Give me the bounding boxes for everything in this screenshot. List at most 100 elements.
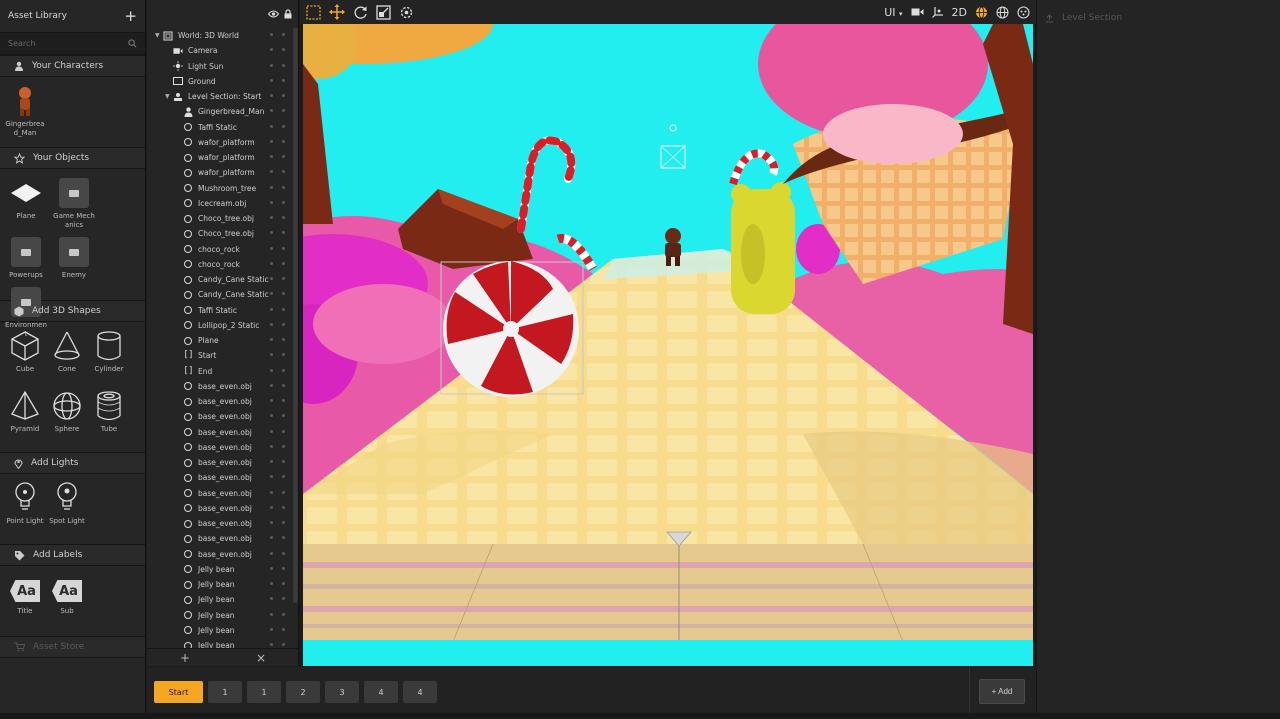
- hierarchy-item[interactable]: base_even.obj: [147, 425, 293, 440]
- visibility-lock-toggles[interactable]: [270, 383, 285, 387]
- axes-icon[interactable]: [931, 6, 944, 18]
- hierarchy-item[interactable]: Choco_tree.obj: [147, 211, 293, 226]
- hierarchy-item[interactable]: Taffi Static: [147, 120, 293, 135]
- game-controller-icon[interactable]: [1017, 5, 1030, 19]
- visibility-lock-toggles[interactable]: [270, 597, 285, 601]
- add-node-button[interactable]: +: [147, 651, 223, 665]
- hierarchy-item[interactable]: Jelly bean: [147, 623, 293, 638]
- lock-icon[interactable]: [284, 9, 292, 19]
- hierarchy-item[interactable]: Icecream.obj: [147, 196, 293, 211]
- visibility-lock-toggles[interactable]: [270, 490, 285, 494]
- hierarchy-item[interactable]: Ground: [147, 74, 293, 89]
- visibility-lock-toggles[interactable]: [270, 582, 285, 585]
- visibility-lock-toggles[interactable]: [270, 414, 285, 418]
- hierarchy-item[interactable]: base_even.obj: [147, 409, 293, 424]
- hierarchy-item[interactable]: base_even.obj: [147, 531, 293, 546]
- visibility-lock-toggles[interactable]: [270, 566, 285, 570]
- hierarchy-item[interactable]: Taffi Static: [147, 303, 293, 318]
- visibility-lock-toggles[interactable]: [270, 33, 285, 36]
- visibility-lock-toggles[interactable]: [270, 94, 285, 97]
- visibility-lock-toggles[interactable]: [270, 231, 285, 235]
- hierarchy-item[interactable]: Jelly bean: [147, 577, 293, 592]
- level-tab[interactable]: Start: [154, 681, 203, 703]
- move-tool-icon[interactable]: [329, 4, 345, 20]
- hierarchy-item[interactable]: Gingerbread_Man: [147, 104, 293, 119]
- hierarchy-item[interactable]: Jelly bean: [147, 608, 293, 623]
- hierarchy-item[interactable]: [ ] Start: [147, 348, 293, 363]
- ui-toggle[interactable]: UI ▾: [884, 6, 902, 19]
- asset-plane[interactable]: Plane: [5, 175, 47, 230]
- 2d-mode-toggle[interactable]: 2D: [952, 6, 967, 19]
- light-spot[interactable]: Spot Light: [46, 480, 88, 536]
- shape-pyramid[interactable]: Pyramid: [4, 388, 46, 444]
- visibility-lock-toggles[interactable]: [270, 155, 285, 158]
- shape-cylinder[interactable]: Cylinder: [88, 328, 130, 384]
- scale-tool-icon[interactable]: [376, 4, 391, 20]
- select-tool-icon[interactable]: [306, 4, 321, 20]
- shape-cone[interactable]: Cone: [46, 328, 88, 384]
- label-sub[interactable]: Aa Sub: [46, 576, 88, 628]
- hierarchy-item[interactable]: Jelly bean: [147, 562, 293, 577]
- visibility-lock-toggles[interactable]: [270, 536, 285, 540]
- hierarchy-item[interactable]: Mushroom_tree: [147, 181, 293, 196]
- hierarchy-item[interactable]: base_even.obj: [147, 379, 293, 394]
- level-tab[interactable]: 2: [286, 681, 320, 703]
- hierarchy-item[interactable]: Jelly bean: [147, 592, 293, 607]
- visibility-lock-toggles[interactable]: [270, 521, 285, 524]
- visibility-lock-toggles[interactable]: [270, 78, 285, 82]
- level-tab[interactable]: 1: [208, 681, 242, 703]
- visibility-lock-toggles[interactable]: [270, 322, 285, 326]
- section-your-characters[interactable]: Your Characters: [0, 55, 145, 77]
- folder-enemy[interactable]: Enemy: [53, 234, 95, 280]
- visibility-lock-toggles[interactable]: [270, 261, 285, 265]
- section-add-labels[interactable]: Add Labels: [0, 544, 145, 566]
- visibility-lock-toggles[interactable]: [270, 307, 285, 311]
- hierarchy-item[interactable]: base_even.obj: [147, 440, 293, 455]
- visibility-lock-toggles[interactable]: [270, 460, 285, 463]
- gizmo-settings-icon[interactable]: [399, 5, 414, 20]
- visibility-lock-toggles[interactable]: [270, 612, 285, 616]
- visibility-lock-toggles[interactable]: [270, 368, 285, 372]
- hierarchy-item[interactable]: Camera: [147, 43, 293, 58]
- hierarchy-item[interactable]: Jelly bean: [147, 638, 293, 648]
- shape-tube[interactable]: Tube: [88, 388, 130, 444]
- hierarchy-item[interactable]: base_even.obj: [147, 516, 293, 531]
- delete-node-button[interactable]: ×: [223, 651, 299, 665]
- visibility-lock-toggles[interactable]: [270, 551, 285, 555]
- hierarchy-item[interactable]: ▼ World: 3D World: [147, 28, 293, 43]
- label-title[interactable]: Aa Title: [4, 576, 46, 628]
- video-camera-icon[interactable]: [911, 7, 924, 17]
- add-level-button[interactable]: + Add: [979, 679, 1025, 704]
- hierarchy-item[interactable]: Light Sun: [147, 59, 293, 74]
- visibility-lock-toggles[interactable]: [270, 216, 285, 219]
- visibility-lock-toggles[interactable]: [270, 109, 285, 113]
- asset-search-input[interactable]: [8, 39, 108, 48]
- visibility-lock-toggles[interactable]: [270, 505, 285, 509]
- section-asset-store[interactable]: Asset Store: [0, 636, 145, 658]
- hierarchy-item[interactable]: Plane: [147, 333, 293, 348]
- hierarchy-item[interactable]: base_even.obj: [147, 501, 293, 516]
- visibility-lock-toggles[interactable]: [270, 444, 285, 448]
- eye-icon[interactable]: [268, 10, 279, 18]
- section-your-objects[interactable]: Your Objects: [0, 147, 145, 169]
- visibility-lock-toggles[interactable]: [270, 292, 285, 296]
- hierarchy-item[interactable]: wafor_platform: [147, 135, 293, 150]
- hierarchy-item[interactable]: [ ] End: [147, 364, 293, 379]
- hierarchy-item[interactable]: Candy_Cane Static: [147, 272, 293, 287]
- add-asset-button[interactable]: +: [124, 8, 137, 24]
- asset-gingerbread-man[interactable]: Gingerbread_Man: [4, 83, 46, 139]
- hierarchy-item[interactable]: base_even.obj: [147, 394, 293, 409]
- visibility-lock-toggles[interactable]: [270, 643, 285, 646]
- hierarchy-item[interactable]: wafor_platform: [147, 165, 293, 180]
- visibility-lock-toggles[interactable]: [270, 429, 285, 433]
- visibility-lock-toggles[interactable]: [270, 185, 285, 189]
- level-tab[interactable]: 4: [403, 681, 437, 703]
- visibility-lock-toggles[interactable]: [270, 353, 285, 357]
- hierarchy-item[interactable]: choco_rock: [147, 257, 293, 272]
- visibility-lock-toggles[interactable]: [270, 139, 285, 143]
- globe-icon[interactable]: [996, 6, 1009, 19]
- light-point[interactable]: Point Light: [4, 480, 46, 536]
- shape-cube[interactable]: Cube: [4, 328, 46, 384]
- folder-game-mechanics[interactable]: Game Mechanics: [53, 175, 95, 230]
- hierarchy-item[interactable]: choco_rock: [147, 242, 293, 257]
